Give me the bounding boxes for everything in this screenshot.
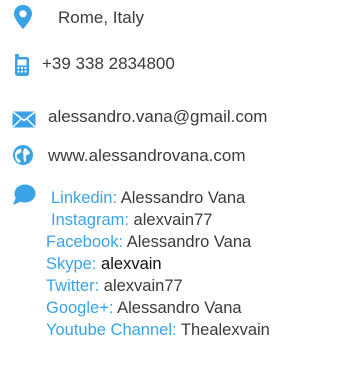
social-twitter[interactable]: Twitter: alexvain77 (46, 276, 183, 296)
social-value: Alessandro Vana (120, 189, 246, 207)
social-skype[interactable]: Skype: alexvain (46, 254, 162, 274)
location-text: Rome, Italy (58, 8, 144, 27)
social-youtube[interactable]: Youtube Channel: Thealexvain (46, 320, 270, 340)
envelope-icon (12, 111, 36, 128)
social-value: alexvain77 (103, 277, 183, 295)
email-link[interactable]: alessandro.vana@gmail.com (48, 107, 267, 127)
social-label: Google+: (46, 299, 114, 317)
social-value: Thealexvain (180, 321, 270, 339)
social-label: Instagram: (51, 211, 129, 229)
social-linkedin[interactable]: Linkedin: Alessandro Vana (51, 188, 245, 208)
social-value: Alessandro Vana (126, 233, 252, 251)
speech-bubble-icon (13, 184, 36, 205)
social-value: Alessandro Vana (117, 299, 242, 317)
website-link[interactable]: www.alessandrovana.com (48, 146, 245, 166)
location-pin-icon (14, 5, 32, 29)
phone-text: +39 338 2834800 (42, 54, 175, 73)
mobile-phone-icon (15, 54, 29, 76)
globe-icon (13, 145, 33, 165)
social-value: alexvain77 (133, 211, 213, 229)
social-facebook[interactable]: Facebook: Alessandro Vana (46, 232, 251, 252)
social-label: Linkedin: (51, 189, 118, 207)
social-label: Youtube Channel: (46, 321, 177, 339)
social-label: Facebook: (46, 233, 124, 251)
social-value: alexvain (101, 255, 162, 273)
social-label: Twitter: (46, 277, 100, 295)
social-googleplus[interactable]: Google+: Alessandro Vana (46, 298, 242, 318)
social-label: Skype: (46, 255, 97, 273)
social-instagram[interactable]: Instagram: alexvain77 (51, 210, 212, 230)
